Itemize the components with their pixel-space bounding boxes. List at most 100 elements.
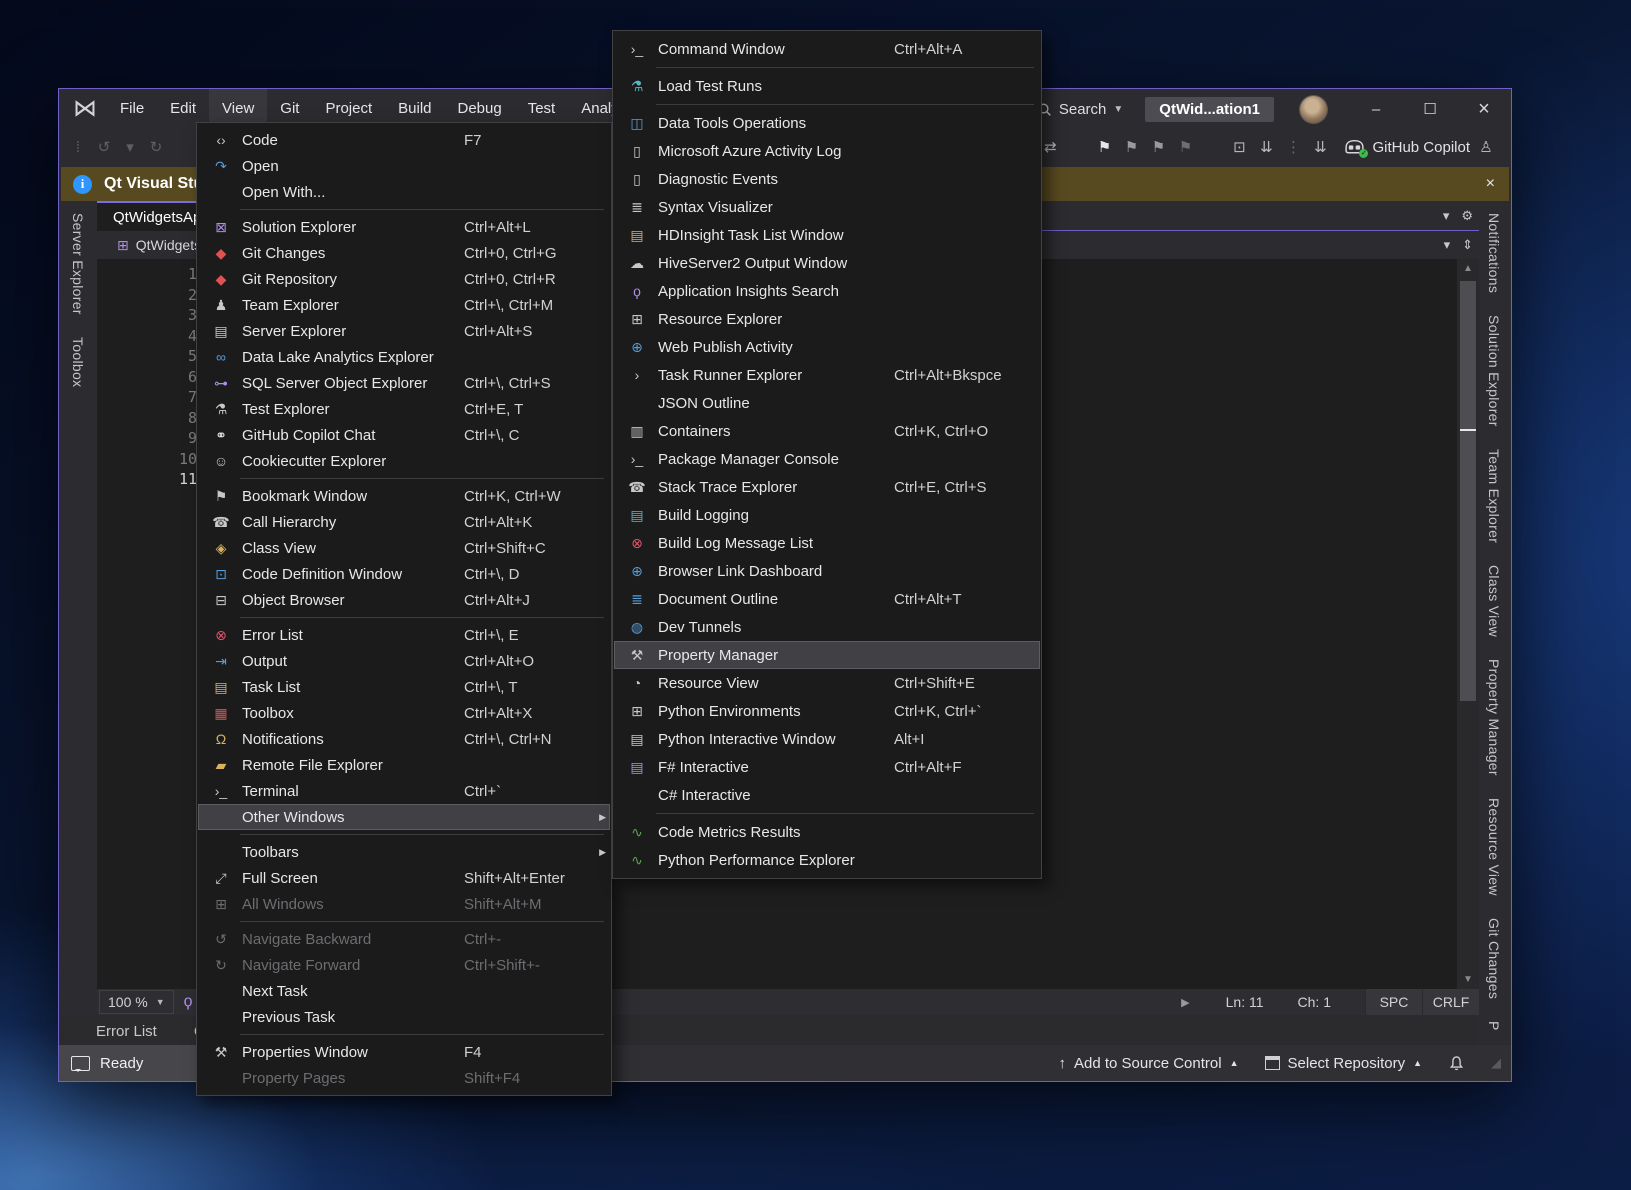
- menu-item[interactable]: C# Interactive ▶: [614, 781, 1040, 809]
- menu-item[interactable]: ☺ Cookiecutter Explorer ▶: [198, 448, 610, 474]
- side-tab[interactable]: Resource View: [1486, 798, 1502, 896]
- menu-item[interactable]: ↺ Navigate Backward Ctrl+- ▶: [198, 926, 610, 952]
- side-tab[interactable]: Team Explorer: [1486, 449, 1502, 543]
- toolbar-grip-icon[interactable]: ⁞: [67, 135, 89, 159]
- menu-item[interactable]: ☎ Call Hierarchy Ctrl+Alt+K ▶: [198, 509, 610, 535]
- menu-item[interactable]: ⊟ Object Browser Ctrl+Alt+J ▶: [198, 587, 610, 613]
- menu-item[interactable]: ▦ Toolbox Ctrl+Alt+X ▶: [198, 700, 610, 726]
- navigate-forward-icon[interactable]: ↻: [145, 135, 167, 159]
- vertical-scrollbar[interactable]: ▲ ▼: [1457, 259, 1479, 989]
- user-avatar[interactable]: [1300, 96, 1327, 123]
- menu-item[interactable]: Ω Notifications Ctrl+\, Ctrl+N ▶: [198, 726, 610, 752]
- line-ending-indicator[interactable]: CRLF: [1422, 989, 1479, 1015]
- menu-item[interactable]: ‹› Code F7 ▶: [198, 127, 610, 153]
- menu-item[interactable]: ▤ Task List Ctrl+\, T ▶: [198, 674, 610, 700]
- breadcrumb-item[interactable]: QtWidgets: [136, 237, 201, 253]
- close-button[interactable]: ×: [1457, 89, 1511, 129]
- scroll-right-icon[interactable]: ▶: [1181, 996, 1189, 1009]
- maximize-button[interactable]: ☐: [1403, 89, 1457, 129]
- menu-item[interactable]: ⊗ Build Log Message List ▶: [614, 529, 1040, 557]
- next-bookmark-icon[interactable]: ⚑: [1147, 135, 1169, 159]
- dropdown-caret-icon[interactable]: ▾: [119, 135, 141, 159]
- menubar-item[interactable]: File: [107, 89, 157, 129]
- menu-item[interactable]: ▯ Microsoft Azure Activity Log ▶: [614, 137, 1040, 165]
- toggle-bookmark-icon[interactable]: ⚑: [1093, 135, 1115, 159]
- menu-item[interactable]: ↷ Open ▶: [198, 153, 610, 179]
- bell-icon[interactable]: [1448, 1055, 1465, 1072]
- menu-item[interactable]: ▶: [198, 1030, 610, 1039]
- menu-item[interactable]: ▶: [198, 474, 610, 483]
- side-tab[interactable]: Server Explorer: [70, 213, 86, 315]
- menu-item[interactable]: ›_ Package Manager Console ▶: [614, 445, 1040, 473]
- menu-item[interactable]: ▶: [614, 100, 1040, 109]
- side-tab[interactable]: Git Changes: [1486, 918, 1502, 999]
- chevron-down-icon[interactable]: ▾: [1444, 237, 1451, 253]
- gear-icon[interactable]: ⚙: [1461, 208, 1473, 224]
- scroll-up-icon[interactable]: ▲: [1457, 263, 1479, 274]
- menu-item[interactable]: Other Windows ▶: [198, 804, 610, 830]
- collapse-region-icon[interactable]: ⇊: [1255, 135, 1277, 159]
- menu-item[interactable]: ▶: [614, 63, 1040, 72]
- chevron-down-icon[interactable]: ▾: [1443, 208, 1450, 224]
- menu-item[interactable]: ≣ Document Outline Ctrl+Alt+T ▶: [614, 585, 1040, 613]
- menu-item[interactable]: ⊕ Browser Link Dashboard ▶: [614, 557, 1040, 585]
- menu-item[interactable]: ∿ Python Performance Explorer ▶: [614, 846, 1040, 874]
- menu-item[interactable]: ▤ F# Interactive Ctrl+Alt+F ▶: [614, 753, 1040, 781]
- side-tab[interactable]: Toolbox: [70, 337, 86, 387]
- outline-options-icon[interactable]: ⋮: [1282, 135, 1304, 159]
- menu-item[interactable]: ›_ Command Window Ctrl+Alt+A ▶: [614, 35, 1040, 63]
- expand-region-icon[interactable]: ⇊: [1309, 135, 1331, 159]
- menu-item[interactable]: ≣ Syntax Visualizer ▶: [614, 193, 1040, 221]
- menu-item[interactable]: ▶: [198, 613, 610, 622]
- side-tab[interactable]: Class View: [1486, 565, 1502, 637]
- code-preview-icon[interactable]: ⊡: [1228, 135, 1250, 159]
- menu-item[interactable]: ϙ Application Insights Search ▶: [614, 277, 1040, 305]
- menu-item[interactable]: ›_ Terminal Ctrl+` ▶: [198, 778, 610, 804]
- menu-item[interactable]: Toolbars ▶: [198, 839, 610, 865]
- menu-item[interactable]: ⇥ Output Ctrl+Alt+O ▶: [198, 648, 610, 674]
- menu-item[interactable]: Previous Task ▶: [198, 1004, 610, 1030]
- menu-item[interactable]: ◔ Resource View Ctrl+Shift+E ▶: [614, 669, 1040, 697]
- toolbar-icon[interactable]: [1201, 135, 1223, 159]
- menu-item[interactable]: ⚭ GitHub Copilot Chat Ctrl+\, C ▶: [198, 422, 610, 448]
- menu-item[interactable]: ⊗ Error List Ctrl+\, E ▶: [198, 622, 610, 648]
- menu-item[interactable]: ▶: [198, 205, 610, 214]
- menu-item[interactable]: ⊞ All Windows Shift+Alt+M ▶: [198, 891, 610, 917]
- menu-item[interactable]: ⊞ Resource Explorer ▶: [614, 305, 1040, 333]
- menu-item[interactable]: ⊶ SQL Server Object Explorer Ctrl+\, Ctr…: [198, 370, 610, 396]
- navigate-backward-icon[interactable]: ↺: [93, 135, 115, 159]
- tab-error-list[interactable]: Error List: [96, 1023, 157, 1040]
- menu-item[interactable]: Open With... ▶: [198, 179, 610, 205]
- menu-item[interactable]: ▯ Diagnostic Events ▶: [614, 165, 1040, 193]
- menu-item[interactable]: ∞ Data Lake Analytics Explorer ▶: [198, 344, 610, 370]
- menu-item[interactable]: ⚑ Bookmark Window Ctrl+K, Ctrl+W ▶: [198, 483, 610, 509]
- menu-item[interactable]: ↻ Navigate Forward Ctrl+Shift+- ▶: [198, 952, 610, 978]
- menu-item[interactable]: ▤ HDInsight Task List Window ▶: [614, 221, 1040, 249]
- search-control[interactable]: Search ▼: [1037, 101, 1123, 118]
- clear-bookmarks-icon[interactable]: ⚑: [1174, 135, 1196, 159]
- menu-item[interactable]: ▶: [198, 830, 610, 839]
- menu-item[interactable]: ⊕ Web Publish Activity ▶: [614, 333, 1040, 361]
- menu-item[interactable]: ▶: [614, 809, 1040, 818]
- menu-item[interactable]: ▤ Build Logging ▶: [614, 501, 1040, 529]
- minimize-button[interactable]: –: [1349, 89, 1403, 129]
- menu-item[interactable]: ◆ Git Repository Ctrl+0, Ctrl+R ▶: [198, 266, 610, 292]
- menu-item[interactable]: ♟ Team Explorer Ctrl+\, Ctrl+M ▶: [198, 292, 610, 318]
- toolbar-icon[interactable]: [1066, 135, 1088, 159]
- side-tab[interactable]: P: [1486, 1021, 1502, 1031]
- swap-lines-icon[interactable]: ⇄: [1039, 135, 1061, 159]
- menu-item[interactable]: ◍ Dev Tunnels ▶: [614, 613, 1040, 641]
- toolbar-icon[interactable]: [171, 135, 193, 159]
- scrollbar-thumb[interactable]: [1460, 281, 1476, 701]
- menu-item[interactable]: ◈ Class View Ctrl+Shift+C ▶: [198, 535, 610, 561]
- menu-item[interactable]: ⊞ Python Environments Ctrl+K, Ctrl+` ▶: [614, 697, 1040, 725]
- side-tab[interactable]: Notifications: [1486, 213, 1502, 293]
- menu-item[interactable]: ▥ Containers Ctrl+K, Ctrl+O ▶: [614, 417, 1040, 445]
- menu-item[interactable]: ⚗ Test Explorer Ctrl+E, T ▶: [198, 396, 610, 422]
- menu-item[interactable]: ⚗ Load Test Runs ▶: [614, 72, 1040, 100]
- infobar-close-icon[interactable]: ×: [1486, 175, 1495, 193]
- side-tab[interactable]: Property Manager: [1486, 659, 1502, 776]
- select-repository-button[interactable]: Select Repository ▲: [1265, 1055, 1422, 1072]
- menu-item[interactable]: ∿ Code Metrics Results ▶: [614, 818, 1040, 846]
- split-editor-icon[interactable]: ⇕: [1462, 237, 1473, 253]
